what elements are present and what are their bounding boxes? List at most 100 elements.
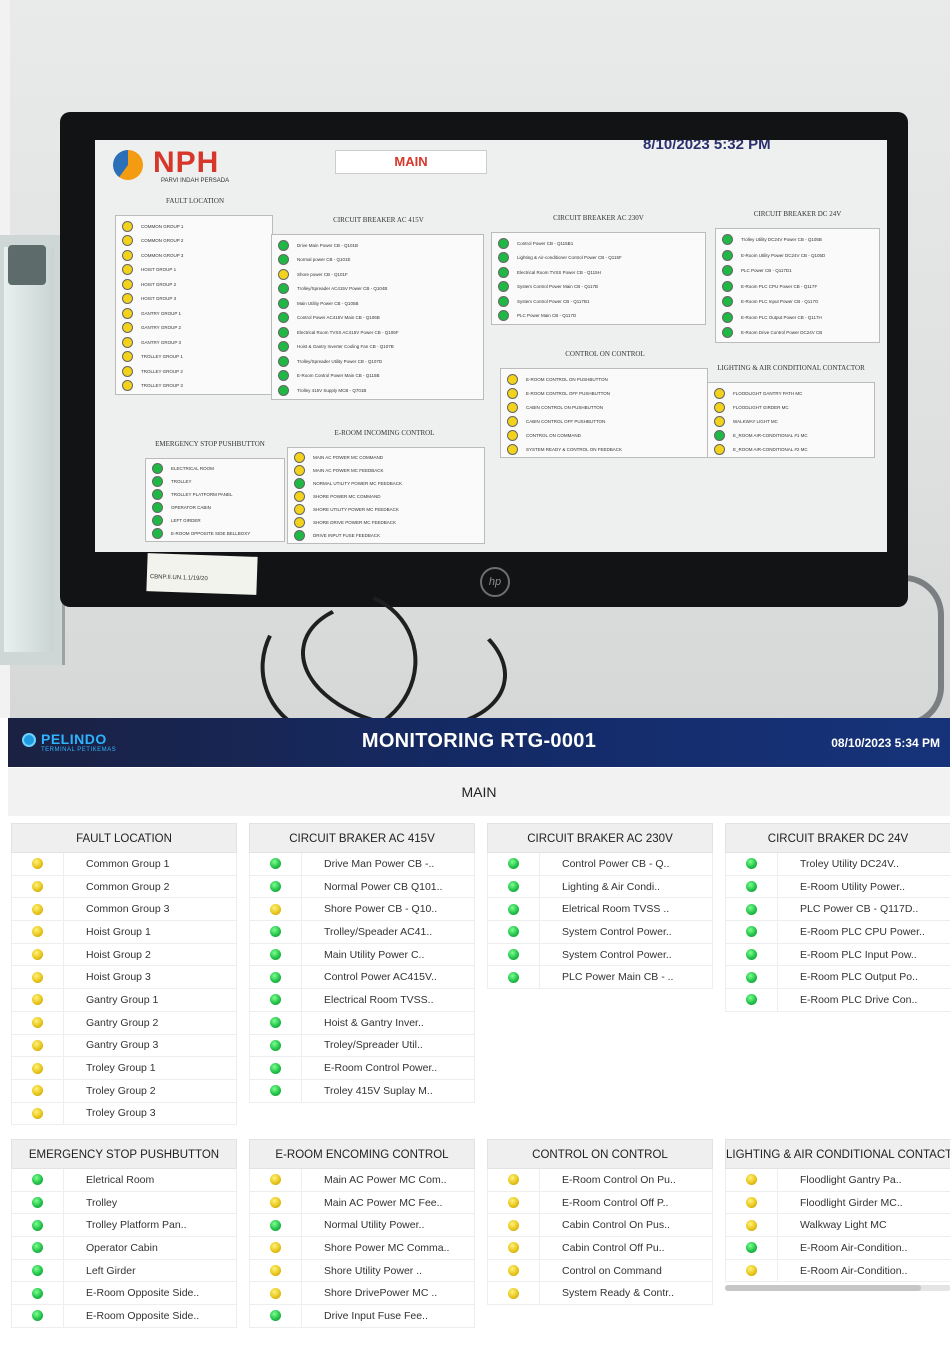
status-row[interactable]: E-Room Opposite Side.. [11, 1305, 237, 1328]
status-row[interactable]: Gantry Group 1 [11, 989, 237, 1012]
status-label: Hoist Group 1 [86, 925, 151, 938]
status-row[interactable]: Troley/Spreader Util.. [249, 1034, 475, 1058]
status-indicator-cell [250, 943, 302, 966]
status-row[interactable]: E-Room Opposite Side.. [11, 1282, 237, 1306]
status-row[interactable]: Troley 415V Suplay M.. [249, 1079, 475, 1103]
hmi-status-row: System Control Power Main CB - Q117B [492, 280, 705, 295]
hmi-status-label: CABIN CONTROL ON PUSHBUTTON [526, 404, 604, 410]
status-row[interactable]: Common Group 1 [11, 853, 237, 876]
status-row[interactable]: E-Room Utility Power.. [725, 875, 950, 899]
status-row[interactable]: Floodlight Gantry Pa.. [725, 1169, 950, 1192]
status-label: Cabin Control Off Pu.. [562, 1241, 665, 1254]
status-row[interactable]: Drive Man Power CB -.. [249, 853, 475, 876]
status-indicator-cell [12, 1191, 64, 1214]
status-indicator-cell [12, 1214, 64, 1237]
status-row[interactable]: E-Room PLC CPU Power.. [725, 921, 950, 944]
status-row[interactable]: Common Group 3 [11, 898, 237, 922]
status-row[interactable]: E-Room Control On Pu.. [487, 1169, 713, 1192]
hmi-section-title: LIGHTING & AIR CONDITIONAL CONTACTOR [717, 364, 865, 372]
status-row[interactable]: Shore DrivePower MC .. [249, 1282, 475, 1306]
status-row[interactable]: E-Room Control Power.. [249, 1057, 475, 1080]
green-status-indicator-icon [746, 949, 757, 961]
status-row[interactable]: Hoist & Gantry Inver.. [249, 1011, 475, 1035]
section-bar: MAIN [8, 768, 950, 816]
status-row[interactable]: Electrical Room TVSS.. [249, 989, 475, 1012]
status-row[interactable]: Control Power AC415V.. [249, 966, 475, 990]
status-row[interactable]: Operator Cabin [11, 1237, 237, 1260]
status-row[interactable]: Troley Utility DC24V.. [725, 853, 950, 876]
status-row[interactable]: Left Girder [11, 1259, 237, 1283]
status-row[interactable]: Common Group 2 [11, 875, 237, 899]
status-row[interactable]: Normal Utility Power.. [249, 1214, 475, 1238]
status-row[interactable]: E-Room Air-Condition.. [725, 1237, 950, 1260]
status-row[interactable]: Main AC Power MC Com.. [249, 1169, 475, 1192]
panel-horizontal-scrollbar[interactable] [725, 1285, 950, 1292]
status-row[interactable]: Shore Utility Power .. [249, 1259, 475, 1283]
status-row[interactable]: Troley Group 2 [11, 1079, 237, 1103]
status-row[interactable]: Lighting & Air Condi.. [487, 875, 713, 899]
status-row[interactable]: PLC Power Main CB - .. [487, 966, 713, 990]
status-row[interactable]: Trolley [11, 1191, 237, 1215]
status-label: Trolley/Speader AC41.. [324, 925, 433, 938]
hmi-status-label: E-ROOM OPPOSITE SIDE BELLBOXY [171, 531, 251, 536]
status-row[interactable]: Hoist Group 2 [11, 943, 237, 967]
status-row[interactable]: Cabin Control Off Pu.. [487, 1237, 713, 1260]
status-row[interactable]: Drive Input Fuse Fee.. [249, 1305, 475, 1328]
status-indicator-cell [250, 1259, 302, 1282]
status-row[interactable]: Eletrical Room [11, 1169, 237, 1192]
status-row[interactable]: Control on Command [487, 1259, 713, 1283]
hmi-status-label: Main Utility Power CB - Q105B [297, 300, 359, 306]
status-row[interactable]: E-Room Air-Condition.. [725, 1259, 950, 1283]
status-row[interactable]: Troley Group 3 [11, 1102, 237, 1126]
status-row[interactable]: PLC Power CB - Q117D.. [725, 898, 950, 922]
status-row[interactable]: Trolley/Speader AC41.. [249, 921, 475, 944]
hmi-status-label: E_ROOM AIR-CONDITIONAL #1 MC [733, 432, 808, 438]
green-status-indicator-icon [32, 1174, 43, 1186]
yellow-status-indicator-icon [508, 1197, 519, 1209]
status-row[interactable]: Normal Power CB Q101.. [249, 875, 475, 899]
hmi-status-label: E-Room Utility Power DC24V CB - Q105D [741, 252, 826, 258]
status-indicator-cell [726, 898, 778, 921]
status-row[interactable]: Shore Power MC Comma.. [249, 1237, 475, 1260]
hmi-section-box: Control Power CB - Q115B1 Lighting & Air-… [491, 232, 706, 325]
green-status-indicator-icon [270, 1062, 281, 1074]
yellow-status-indicator-icon [32, 926, 43, 938]
status-row[interactable]: Troley Group 1 [11, 1057, 237, 1080]
status-row[interactable]: Main Utility Power C.. [249, 943, 475, 967]
status-row[interactable]: Walkway Light MC [725, 1214, 950, 1238]
status-row[interactable]: Gantry Group 3 [11, 1034, 237, 1058]
status-indicator-cell [12, 921, 64, 943]
status-row[interactable]: E-Room PLC Output Po.. [725, 966, 950, 990]
status-row[interactable]: Shore Power CB - Q10.. [249, 898, 475, 922]
asset-sticker: CBNP.II.UN.1.1/19/20 [146, 553, 258, 595]
status-row[interactable]: System Control Power.. [487, 943, 713, 967]
status-row[interactable]: E-Room PLC Drive Con.. [725, 989, 950, 1012]
green-status-indicator-icon [32, 1265, 43, 1277]
panel-title: CIRCUIT BRAKER AC 230V [487, 823, 713, 853]
hmi-status-label: HOIST GROUP 2 [141, 281, 177, 287]
status-row[interactable]: Eletrical Room TVSS .. [487, 898, 713, 922]
hmi-status-row: Electrical Room TVSS AC415V Power CB - Q… [272, 325, 483, 340]
status-row[interactable]: Hoist Group 3 [11, 966, 237, 990]
status-row[interactable]: System Ready & Contr.. [487, 1282, 713, 1306]
status-row[interactable]: Hoist Group 1 [11, 921, 237, 944]
status-row[interactable]: Trolley Platform Pan.. [11, 1214, 237, 1238]
scrollbar-thumb[interactable] [725, 1285, 921, 1292]
yellow-status-indicator-icon [32, 881, 43, 893]
hmi-status-indicator-icon [722, 280, 733, 292]
status-row[interactable]: Control Power CB - Q.. [487, 853, 713, 876]
status-label: Troley Group 3 [86, 1107, 156, 1120]
hmi-status-indicator-icon [122, 322, 133, 334]
status-row[interactable]: Cabin Control On Pus.. [487, 1214, 713, 1238]
hmi-status-indicator-icon [507, 415, 518, 427]
status-row[interactable]: Gantry Group 2 [11, 1011, 237, 1035]
status-row[interactable]: System Control Power.. [487, 921, 713, 944]
status-indicator-cell [12, 1034, 64, 1057]
status-row[interactable]: Floodlight Girder MC.. [725, 1191, 950, 1215]
hmi-status-label: WALKWAY LIGHT MC [733, 418, 778, 424]
yellow-status-indicator-icon [32, 903, 43, 915]
status-row[interactable]: E-Room Control Off P.. [487, 1191, 713, 1215]
status-row[interactable]: E-Room PLC Input Pow.. [725, 943, 950, 967]
hmi-status-indicator-icon [507, 401, 518, 413]
status-row[interactable]: Main AC Power MC Fee.. [249, 1191, 475, 1215]
